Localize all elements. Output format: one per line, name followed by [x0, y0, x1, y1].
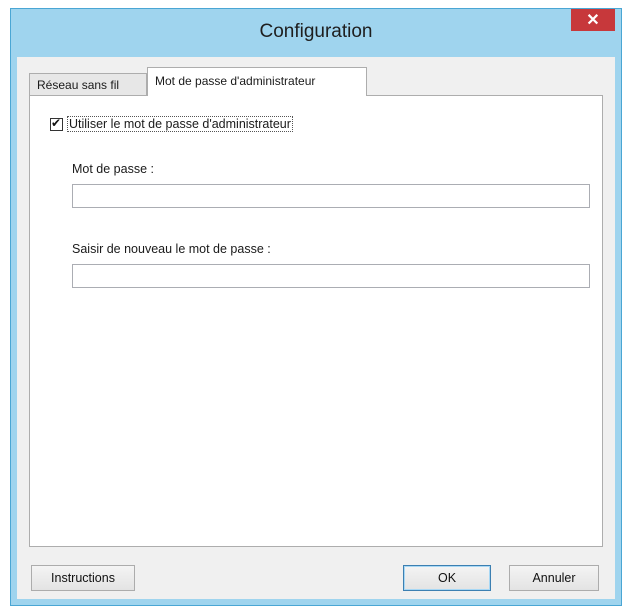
use-admin-password-checkbox[interactable] [50, 116, 63, 131]
confirm-password-label: Saisir de nouveau le mot de passe : [72, 242, 271, 256]
password-label: Mot de passe : [72, 162, 154, 176]
close-icon: ✕ [586, 12, 600, 29]
confirm-password-input[interactable] [72, 264, 590, 288]
use-admin-password-label[interactable]: Utiliser le mot de passe d'administrateu… [67, 116, 293, 132]
tab-reseau-sans-fil[interactable]: Réseau sans fil [29, 73, 147, 95]
use-admin-password-row[interactable]: Utiliser le mot de passe d'administrateu… [50, 116, 293, 132]
window-title: Configuration [259, 21, 373, 42]
configuration-dialog: Configuration ✕ Réseau sans fil Mot de p… [10, 8, 622, 606]
title-bar[interactable]: Configuration ✕ [11, 9, 621, 57]
password-input[interactable] [72, 184, 590, 208]
dialog-client-area: Réseau sans fil Mot de passe d'administr… [17, 57, 615, 599]
tab-mot-de-passe-administrateur[interactable]: Mot de passe d'administrateur [147, 67, 367, 96]
close-button[interactable]: ✕ [571, 9, 615, 31]
instructions-button[interactable]: Instructions [31, 565, 135, 591]
ok-button[interactable]: OK [403, 565, 491, 591]
cancel-button[interactable]: Annuler [509, 565, 599, 591]
tab-panel: Utiliser le mot de passe d'administrateu… [29, 95, 603, 547]
